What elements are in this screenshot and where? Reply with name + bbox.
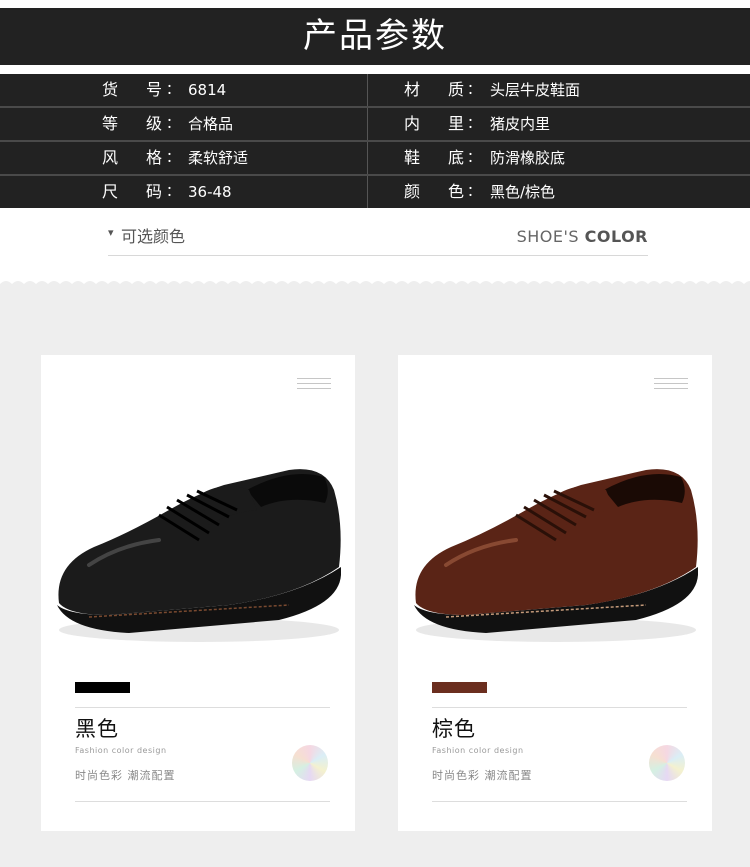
spec-label: 颜色 xyxy=(404,182,464,201)
fashion-caption-cn: 时尚色彩 潮流配置 xyxy=(432,769,533,782)
triangle-down-icon: ▾ xyxy=(108,226,114,239)
hologram-sticker-icon xyxy=(649,745,685,781)
page-banner: 产品参数 xyxy=(0,8,750,65)
spec-label: 等级 xyxy=(102,114,162,133)
hologram-sticker-icon xyxy=(292,745,328,781)
color-name: 黑色 xyxy=(75,717,119,741)
banner-title: 产品参数 xyxy=(303,16,447,56)
spec-colon: ： xyxy=(166,82,180,98)
color-section-header: ▾ 可选颜色 SHOE'S COLOR xyxy=(108,220,648,256)
black-shoe-image xyxy=(57,469,341,642)
spec-table: 货号 ： 6814 材质 ： 头层牛皮鞋面 等级 ： 合格品 内里 ： 猪皮内里… xyxy=(0,74,750,208)
spec-colon: ： xyxy=(166,116,180,132)
spec-label: 材质 xyxy=(404,80,464,99)
card-divider xyxy=(75,801,330,802)
menu-lines-icon xyxy=(297,378,331,390)
spec-colon: ： xyxy=(467,150,481,166)
spec-colon: ： xyxy=(166,150,180,166)
spec-row: 货号 ： 6814 材质 ： 头层牛皮鞋面 xyxy=(0,74,750,106)
spec-row: 等级 ： 合格品 内里 ： 猪皮内里 xyxy=(0,108,750,140)
spec-colon: ： xyxy=(166,184,180,200)
spec-colon: ： xyxy=(467,116,481,132)
menu-lines-icon xyxy=(654,378,688,390)
spec-value: 合格品 xyxy=(188,115,234,133)
optional-colors-title: 可选颜色 xyxy=(121,227,186,246)
color-swatch xyxy=(432,682,487,693)
spec-label: 内里 xyxy=(404,114,464,133)
card-divider xyxy=(432,707,687,708)
card-divider xyxy=(432,801,687,802)
spec-colon: ： xyxy=(467,82,481,98)
shoes-color-title: SHOE'S COLOR xyxy=(516,227,648,246)
spec-colon: ： xyxy=(467,184,481,200)
color-name: 棕色 xyxy=(432,717,476,741)
spec-row: 风格 ： 柔软舒适 鞋底 ： 防滑橡胶底 xyxy=(0,142,750,174)
spec-row: 尺码 ： 36-48 颜色 ： 黑色/棕色 xyxy=(0,176,750,208)
spec-label: 尺码 xyxy=(102,182,162,201)
spec-value: 6814 xyxy=(188,81,227,99)
brown-shoe-image xyxy=(414,469,698,642)
color-card-brown[interactable]: 棕色 Fashion color design 时尚色彩 潮流配置 xyxy=(398,355,712,831)
spec-value: 头层牛皮鞋面 xyxy=(490,81,581,99)
color-swatch xyxy=(75,682,130,693)
fashion-caption-en: Fashion color design xyxy=(432,746,524,755)
color-card-black[interactable]: 黑色 Fashion color design 时尚色彩 潮流配置 xyxy=(41,355,355,831)
spec-value: 36-48 xyxy=(188,183,232,201)
spec-value: 柔软舒适 xyxy=(188,149,249,167)
spec-label: 货号 xyxy=(102,80,162,99)
spec-value: 防滑橡胶底 xyxy=(490,149,566,167)
spec-value: 黑色/棕色 xyxy=(490,183,556,201)
spec-label: 鞋底 xyxy=(404,148,464,167)
spec-value: 猪皮内里 xyxy=(490,115,551,133)
fashion-caption-cn: 时尚色彩 潮流配置 xyxy=(75,769,176,782)
spec-label: 风格 xyxy=(102,148,162,167)
card-divider xyxy=(75,707,330,708)
fashion-caption-en: Fashion color design xyxy=(75,746,167,755)
